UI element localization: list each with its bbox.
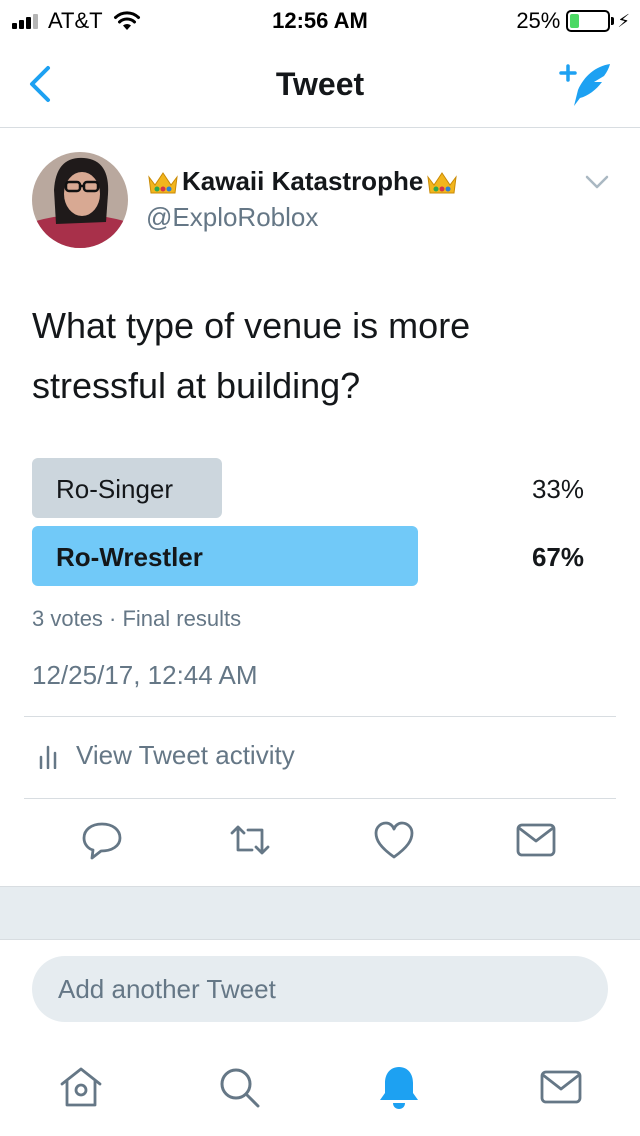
- analytics-bars-icon: [39, 745, 57, 769]
- navigation-bar: Tweet: [0, 40, 640, 128]
- like-icon[interactable]: [372, 818, 416, 862]
- divider: [24, 798, 616, 799]
- tweet-timestamp: 12/25/17, 12:44 AM: [32, 660, 258, 690]
- tweet-text: What type of venue is more stressful at …: [32, 305, 471, 406]
- view-tweet-activity-link[interactable]: View Tweet activity: [38, 740, 295, 771]
- compose-tweet-icon[interactable]: [558, 60, 614, 110]
- battery-percent: 25%: [516, 8, 561, 33]
- section-separator: [0, 886, 640, 940]
- reply-icon[interactable]: [80, 818, 124, 862]
- direct-message-icon[interactable]: [514, 818, 558, 862]
- search-icon[interactable]: [216, 1064, 262, 1110]
- status-bar: AT&T 12:56 AM 25% ⚡: [0, 0, 640, 40]
- poll-option: Ro-Wrestler 67%: [32, 526, 592, 586]
- retweet-icon[interactable]: [228, 818, 272, 862]
- poll-option: Ro-Singer 33%: [32, 458, 592, 518]
- tab-bar: [0, 1048, 640, 1136]
- poll-option-percent: 67%: [531, 542, 584, 572]
- crown-emoji-icon: [427, 171, 458, 193]
- user-handle[interactable]: @ExploRoblox: [146, 202, 318, 233]
- poll-results-meta: 3 votes · Final results: [32, 606, 242, 631]
- avatar[interactable]: [32, 152, 128, 248]
- battery-level: [570, 14, 580, 28]
- notifications-icon[interactable]: [376, 1064, 422, 1110]
- battery-icon: [566, 10, 611, 32]
- poll-option-percent: 33%: [531, 474, 584, 504]
- tweet-actions: [0, 818, 640, 874]
- page-title: Tweet: [275, 66, 365, 102]
- display-name[interactable]: Kawaii Katastrophe: [146, 166, 459, 197]
- chevron-down-icon[interactable]: [584, 172, 610, 192]
- messages-icon[interactable]: [538, 1064, 584, 1110]
- crown-emoji-icon: [148, 171, 178, 193]
- poll-option-label: Ro-Singer: [56, 474, 174, 504]
- status-right: 25% ⚡: [516, 8, 630, 34]
- poll-option-label: Ro-Wrestler: [56, 542, 203, 572]
- display-name-text: Kawaii Katastrophe: [182, 166, 424, 196]
- divider: [24, 716, 616, 717]
- view-tweet-activity-label: View Tweet activity: [76, 740, 295, 770]
- home-icon[interactable]: [58, 1064, 104, 1110]
- reply-input[interactable]: Add another Tweet: [32, 956, 608, 1022]
- battery-cap: [611, 17, 615, 25]
- reply-input-placeholder: Add another Tweet: [58, 974, 276, 1004]
- charging-bolt-icon: ⚡: [617, 10, 630, 31]
